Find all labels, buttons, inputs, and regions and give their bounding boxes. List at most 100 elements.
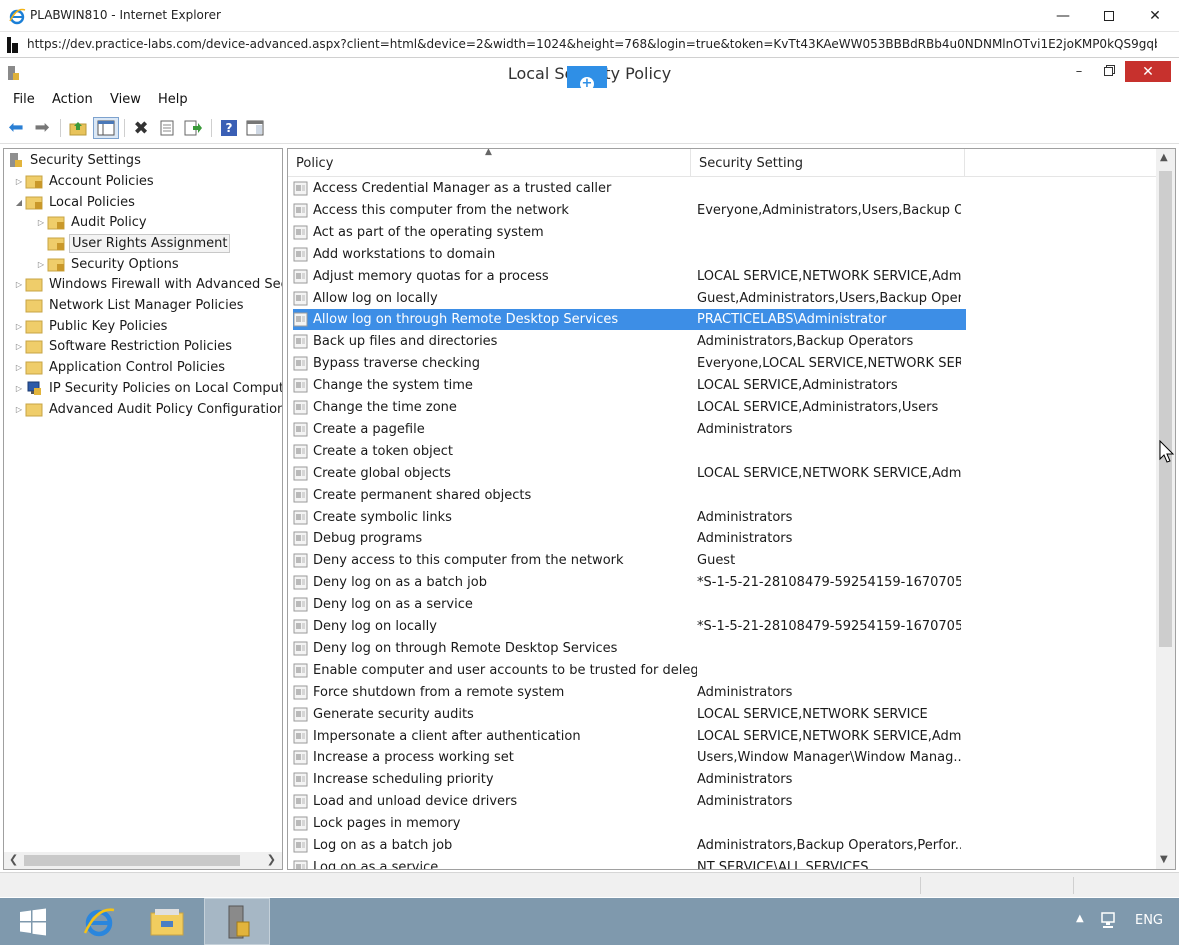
table-row[interactable]: Increase scheduling priority Administrato… [293, 769, 966, 790]
forward-button[interactable]: ➡ [31, 117, 53, 139]
table-row[interactable]: Deny log on as a service [293, 594, 966, 615]
table-row[interactable]: Allow log on locally Guest,Administrators… [293, 288, 966, 309]
tree-item-software-restriction[interactable]: ▷ Software Restriction Policies [13, 336, 234, 356]
menu-file[interactable]: File [13, 92, 35, 107]
show-hide-action-pane-button[interactable] [244, 117, 266, 139]
scroll-left-icon[interactable]: ❮ [9, 853, 18, 866]
mmc-minimize-button[interactable]: – [1068, 60, 1090, 82]
expand-arrow-icon[interactable]: ▷ [35, 260, 47, 269]
expand-arrow-icon[interactable]: ▷ [13, 342, 25, 351]
console-tree[interactable]: Security Settings ▷ Account Policies ◢ L… [3, 148, 283, 870]
column-header-security-setting[interactable]: Security Setting [691, 149, 965, 177]
scroll-down-icon[interactable]: ▼ [1160, 854, 1168, 865]
input-language-indicator[interactable]: ENG [1135, 913, 1163, 928]
tree-item-user-rights-assignment[interactable]: User Rights Assignment [47, 233, 231, 253]
show-hidden-icons-icon[interactable]: ▲ [1076, 913, 1084, 924]
expand-arrow-icon[interactable]: ▷ [13, 280, 25, 289]
security-setting-value: Administrators,Backup Operators,Perfor..… [697, 838, 961, 853]
scroll-up-icon[interactable]: ▲ [1160, 152, 1168, 163]
taskbar-file-explorer[interactable] [134, 898, 200, 945]
tree-item-account-policies[interactable]: ▷ Account Policies [13, 171, 156, 191]
windows-logo-icon [20, 908, 46, 935]
table-row[interactable]: Change the time zone LOCAL SERVICE,Admini… [293, 397, 966, 418]
table-row[interactable]: Create a token object [293, 441, 966, 462]
list-vertical-scrollbar[interactable]: ▲ ▼ [1156, 149, 1175, 869]
folder-icon [25, 338, 45, 354]
table-row[interactable]: Bypass traverse checking Everyone,LOCAL S… [293, 353, 966, 374]
close-button[interactable]: ✕ [1132, 0, 1178, 32]
table-row[interactable]: Access this computer from the network Eve… [293, 200, 966, 221]
mmc-close-button[interactable]: ✕ [1125, 61, 1171, 82]
table-row[interactable]: Create symbolic links Administrators [293, 507, 966, 528]
taskbar-local-security-policy[interactable] [204, 898, 270, 945]
menu-view[interactable]: View [110, 92, 141, 107]
maximize-button[interactable] [1086, 0, 1132, 32]
network-icon[interactable] [1100, 911, 1120, 931]
table-row[interactable]: Create global objects LOCAL SERVICE,NETWO… [293, 463, 966, 484]
start-button[interactable] [0, 898, 66, 945]
help-button[interactable]: ? [218, 117, 240, 139]
table-row[interactable]: Log on as a batch job Administrators,Back… [293, 835, 966, 856]
collapse-arrow-icon[interactable]: ◢ [13, 198, 25, 207]
table-row[interactable]: Allow log on through Remote Desktop Serv… [293, 309, 966, 331]
policy-list[interactable]: ▲ Policy Security Setting Access Credent… [287, 148, 1176, 870]
tree-item-public-key-policies[interactable]: ▷ Public Key Policies [13, 316, 169, 336]
table-row[interactable]: Change the system time LOCAL SERVICE,Admi… [293, 375, 966, 396]
back-button[interactable]: ⬅ [5, 117, 27, 139]
policy-name: Access this computer from the network [313, 202, 569, 218]
table-row[interactable]: Impersonate a client after authenticatio… [293, 726, 966, 747]
table-row[interactable]: Access Credential Manager as a trusted c… [293, 178, 966, 199]
table-row[interactable]: Force shutdown from a remote system Admin… [293, 682, 966, 703]
tree-item-advanced-audit-policy[interactable]: ▷ Advanced Audit Policy Configuration [13, 399, 282, 419]
expand-arrow-icon[interactable]: ▷ [13, 363, 25, 372]
table-row[interactable]: Generate security audits LOCAL SERVICE,NE… [293, 704, 966, 725]
expand-arrow-icon[interactable]: ▷ [13, 405, 25, 414]
table-row[interactable]: Increase a process working set Users,Wind… [293, 747, 966, 768]
table-row[interactable]: Deny log on as a batch job *S-1-5-21-2810… [293, 572, 966, 593]
expand-arrow-icon[interactable]: ▷ [13, 322, 25, 331]
tree-item-security-settings[interactable]: Security Settings [6, 150, 143, 170]
taskbar-internet-explorer[interactable] [66, 898, 132, 945]
export-list-button[interactable] [182, 117, 204, 139]
tree-item-application-control[interactable]: ▷ Application Control Policies [13, 357, 227, 377]
table-row[interactable]: Lock pages in memory [293, 813, 966, 834]
table-row[interactable]: Enable computer and user accounts to be … [293, 660, 966, 681]
show-hide-console-tree-button[interactable] [93, 117, 119, 139]
minimize-button[interactable]: — [1040, 0, 1086, 32]
tree-item-audit-policy[interactable]: ▷ Audit Policy [35, 212, 149, 232]
tree-item-ip-security-policies[interactable]: ▷ IP Security Policies on Local Compute [13, 378, 282, 398]
scroll-thumb[interactable] [1159, 171, 1172, 647]
delete-button[interactable]: ✖ [130, 117, 152, 139]
table-row[interactable]: Log on as a service NT SERVICE\ALL SERVIC… [293, 857, 966, 869]
table-row[interactable]: Adjust memory quotas for a process LOCAL … [293, 266, 966, 287]
column-header-policy[interactable]: ▲ Policy [288, 149, 691, 177]
table-row[interactable]: Debug programs Administrators [293, 528, 966, 549]
scroll-right-icon[interactable]: ❯ [267, 853, 276, 866]
expand-arrow-icon[interactable]: ▷ [13, 177, 25, 186]
table-row[interactable]: Act as part of the operating system [293, 222, 966, 243]
table-row[interactable]: Back up files and directories Administrat… [293, 331, 966, 352]
table-row[interactable]: Load and unload device drivers Administra… [293, 791, 966, 812]
security-setting-value: LOCAL SERVICE,NETWORK SERVICE,Adm... [697, 268, 961, 284]
table-row[interactable]: Create a pagefile Administrators [293, 419, 966, 440]
menu-action[interactable]: Action [52, 92, 93, 107]
properties-button[interactable] [156, 117, 178, 139]
expand-arrow-icon[interactable]: ▷ [35, 218, 47, 227]
address-bar[interactable]: https://dev.practice-labs.com/device-adv… [0, 32, 1179, 58]
mmc-restore-button[interactable] [1097, 60, 1119, 82]
table-row[interactable]: Deny log on locally *S-1-5-21-28108479-59… [293, 616, 966, 637]
scroll-thumb[interactable] [24, 855, 240, 866]
menu-help[interactable]: Help [158, 92, 188, 107]
table-row[interactable]: Add workstations to domain [293, 244, 966, 265]
url-text[interactable]: https://dev.practice-labs.com/device-adv… [27, 37, 1157, 51]
tree-horizontal-scrollbar[interactable]: ❮ ❯ [4, 852, 282, 869]
tree-item-windows-firewall[interactable]: ▷ Windows Firewall with Advanced Secu [13, 274, 282, 294]
table-row[interactable]: Deny access to this computer from the ne… [293, 550, 966, 571]
table-row[interactable]: Deny log on through Remote Desktop Servi… [293, 638, 966, 659]
table-row[interactable]: Create permanent shared objects [293, 485, 966, 506]
expand-arrow-icon[interactable]: ▷ [13, 384, 25, 393]
tree-item-local-policies[interactable]: ◢ Local Policies [13, 192, 137, 212]
tree-item-security-options[interactable]: ▷ Security Options [35, 254, 181, 274]
tree-item-network-list-manager[interactable]: Network List Manager Policies [25, 295, 245, 315]
up-one-level-button[interactable] [67, 117, 89, 139]
